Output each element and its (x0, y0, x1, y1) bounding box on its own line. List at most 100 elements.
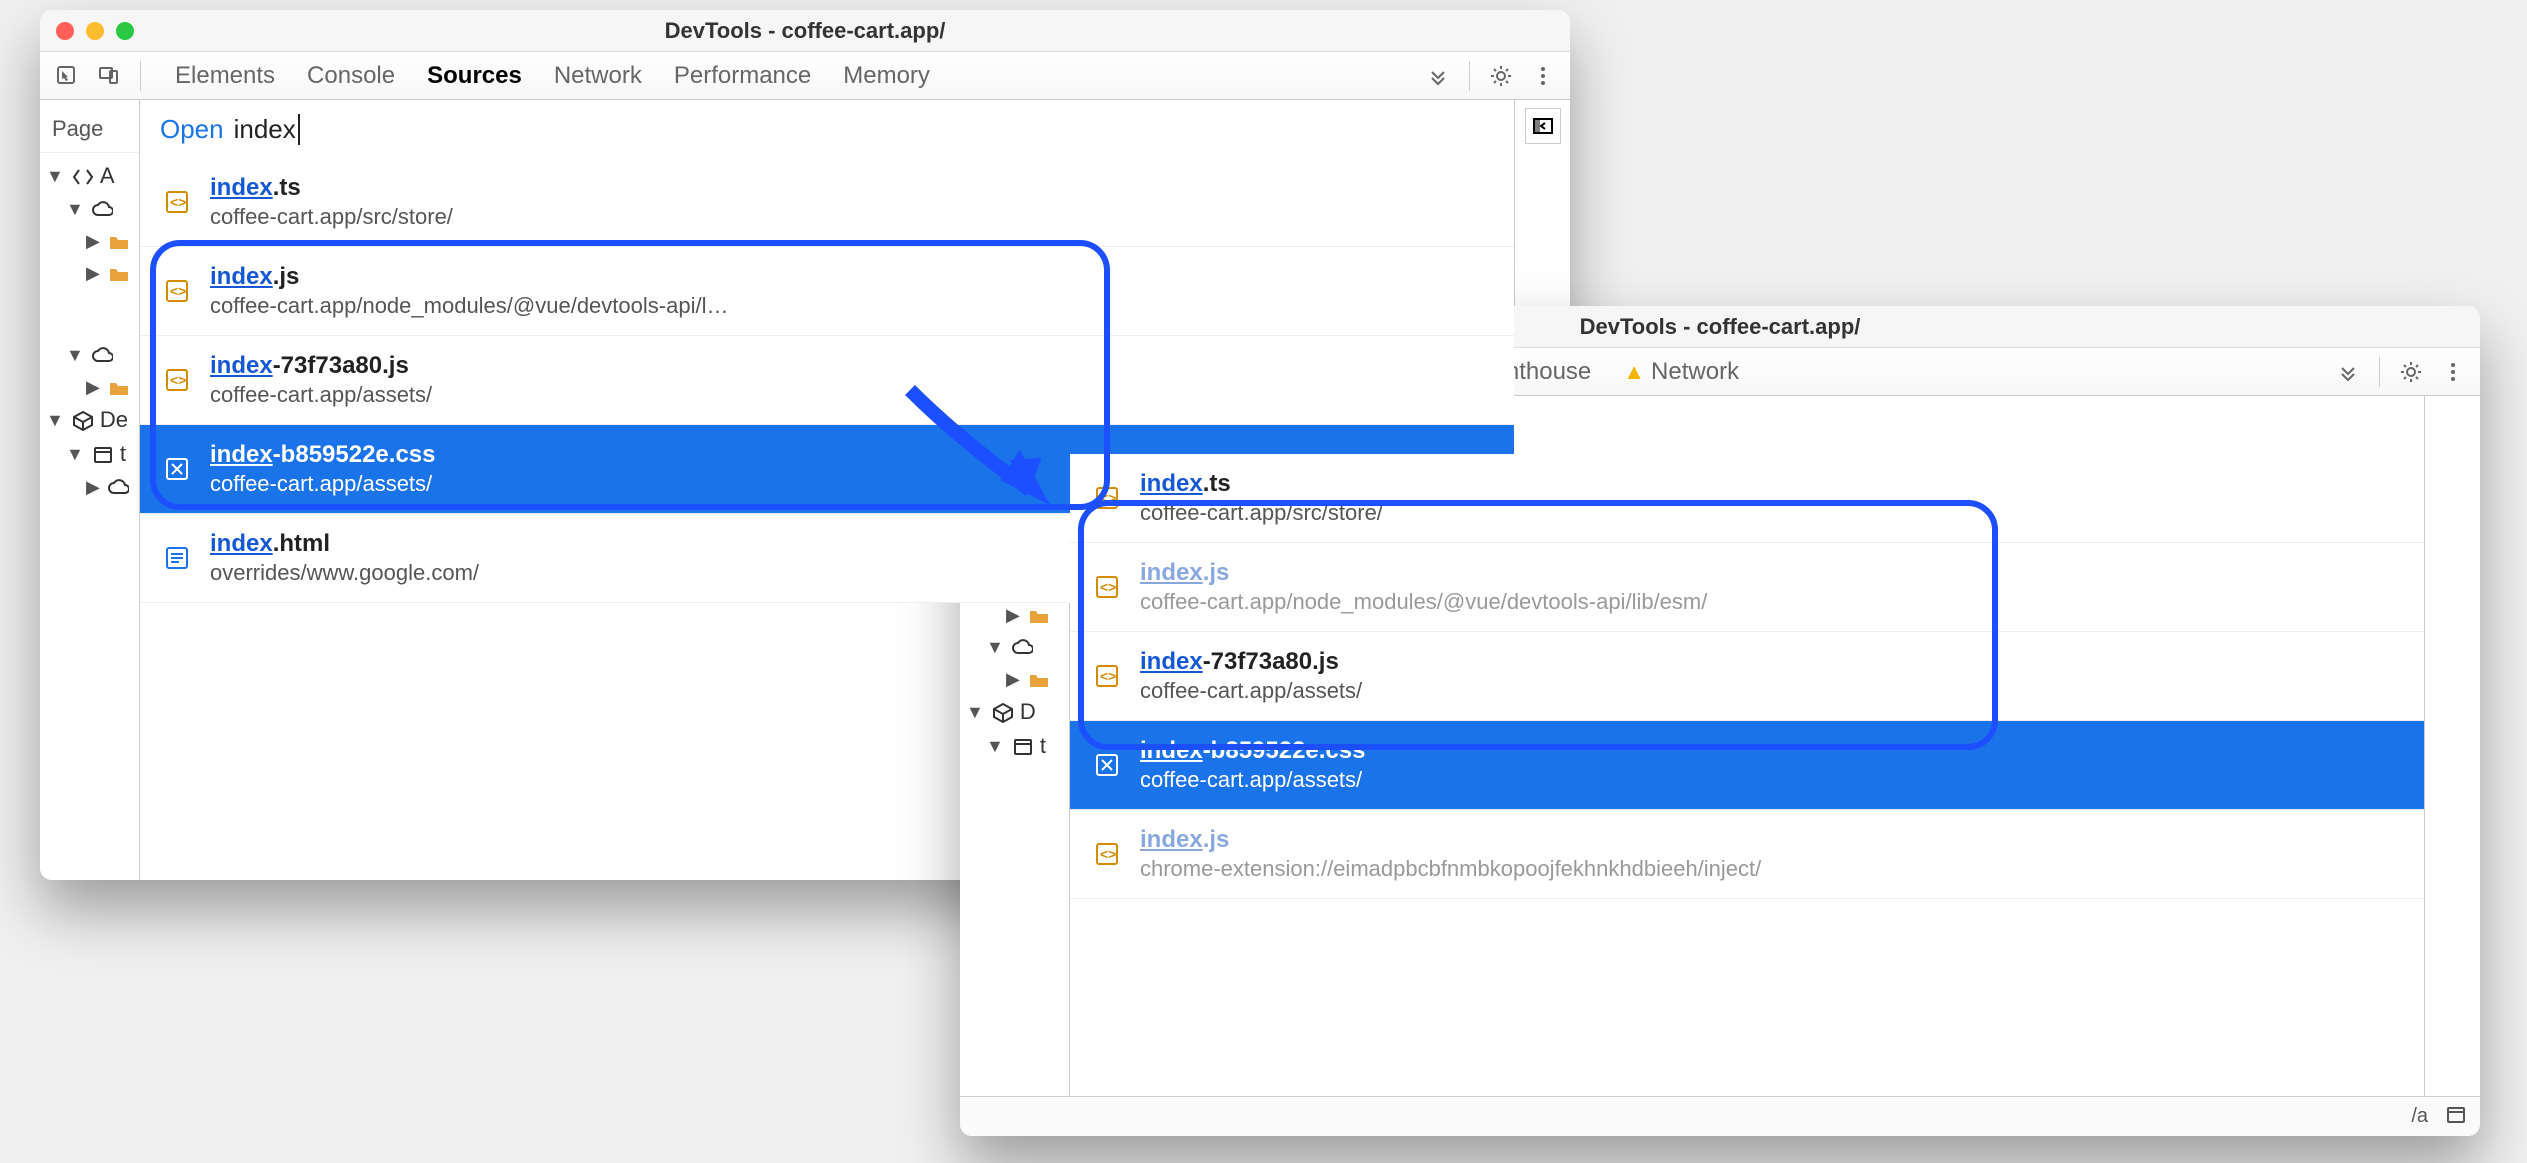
cloud-icon (106, 475, 130, 499)
command-verb: Open (160, 114, 224, 145)
panel-tab-memory[interactable]: Memory (843, 62, 930, 90)
file-name-match: index (1140, 470, 1203, 497)
file-result-row[interactable]: <>index.tscoffee-cart.app/src/store/ (140, 158, 1514, 247)
folder-icon (1026, 603, 1050, 627)
file-name-match: index (210, 263, 273, 290)
file-name-rest: -b859522e.css (273, 441, 436, 468)
folder-icon (106, 261, 130, 285)
tab-label: Network (1651, 358, 1739, 385)
file-path: coffee-cart.app/src/store/ (1140, 500, 1383, 526)
settings-gear-icon[interactable] (2394, 355, 2428, 389)
brackets-icon (70, 164, 94, 188)
command-argument: index (234, 114, 300, 145)
window-maximize-button[interactable] (116, 22, 134, 40)
file-result-row[interactable]: <>index.jscoffee-cart.app/node_modules/@… (1070, 543, 2424, 632)
svg-text:<>: <> (170, 283, 186, 299)
css-file-icon (1092, 750, 1122, 780)
panel-tab-network[interactable]: ▲Network (1623, 358, 1739, 386)
cube-icon (70, 408, 94, 432)
inspect-icon[interactable] (50, 59, 84, 93)
device-toggle-icon[interactable] (92, 59, 126, 93)
cloud-icon (90, 197, 114, 221)
script-file-icon: <> (1092, 661, 1122, 691)
file-name-rest: -b859522e.css (1203, 737, 1366, 764)
cloud-icon (1010, 635, 1034, 659)
svg-text:<>: <> (1100, 668, 1116, 684)
status-text: /a (2411, 1105, 2428, 1128)
tree-label: t (1040, 733, 1046, 759)
file-name-rest: .js (1203, 559, 1230, 586)
command-menu-input[interactable]: Open index (140, 100, 1514, 160)
file-name-rest: .js (273, 263, 300, 290)
tree-label: A (100, 163, 115, 189)
panel-tab-sources[interactable]: Sources (427, 62, 522, 90)
file-path: overrides/www.google.com/ (210, 560, 479, 586)
cloud-icon (90, 343, 114, 367)
tab-label: Network (554, 62, 642, 89)
file-result-row[interactable]: index-b859522e.css coffee-cart.app/assets… (1070, 721, 2424, 810)
folder-icon (106, 229, 130, 253)
tab-label: Memory (843, 62, 930, 89)
file-path: coffee-cart.app/assets/ (1140, 767, 1365, 793)
kebab-menu-icon[interactable] (1526, 59, 1560, 93)
script-file-icon: <> (162, 365, 192, 395)
file-result-row[interactable]: <> index.ts coffee-cart.app/src/store/ (1070, 454, 2424, 543)
svg-text:<>: <> (1100, 579, 1116, 595)
tree-label: t (120, 441, 126, 467)
sidebar-tab-page[interactable]: Page (40, 106, 139, 153)
file-name-match: index (210, 174, 273, 201)
svg-text:<>: <> (1100, 846, 1116, 862)
tab-label: Performance (674, 62, 811, 89)
file-name-match: index (1140, 826, 1203, 853)
more-tabs-chevron-icon[interactable] (2331, 355, 2365, 389)
panel-tab-performance[interactable]: Performance (674, 62, 811, 90)
script-file-icon: <> (1092, 572, 1122, 602)
file-path: coffee-cart.app/node_modules/@vue/devtoo… (1140, 589, 1707, 615)
file-path: coffee-cart.app/node_modules/@vue/devtoo… (210, 293, 728, 319)
script-file-icon: <> (162, 276, 192, 306)
file-name-match: index (210, 441, 273, 468)
kebab-menu-icon[interactable] (2436, 355, 2470, 389)
panel-tab-elements[interactable]: Elements (175, 62, 275, 90)
file-name-match: index (210, 530, 273, 557)
file-name-rest: .ts (1203, 470, 1231, 497)
tree-label: De (100, 407, 128, 433)
window-close-button[interactable] (56, 22, 74, 40)
css-file-icon (162, 454, 192, 484)
tree-label: D (1020, 699, 1036, 725)
svg-text:<>: <> (1100, 490, 1116, 506)
panel-tab-network[interactable]: Network (554, 62, 642, 90)
panel-tab-console[interactable]: Console (307, 62, 395, 90)
window-minimize-button[interactable] (86, 22, 104, 40)
settings-gear-icon[interactable] (1484, 59, 1518, 93)
tab-label: Elements (175, 62, 275, 89)
file-name-match: index (1140, 737, 1203, 764)
file-path: chrome-extension://eimadpbcbfnmbkopoojfe… (1140, 856, 1761, 882)
file-name-match: index (210, 352, 273, 379)
file-result-row[interactable]: <>index-73f73a80.jscoffee-cart.app/asset… (140, 336, 1514, 425)
annotation-arrow-icon (900, 380, 1100, 540)
file-name-rest: .html (273, 530, 330, 557)
file-result-row[interactable]: <>index-73f73a80.jscoffee-cart.app/asset… (1070, 632, 2424, 721)
more-tabs-chevron-icon[interactable] (1421, 59, 1455, 93)
file-result-row[interactable]: <> index.js coffee-cart.app/node_modules/@… (140, 247, 1514, 336)
frame-icon (1010, 734, 1034, 758)
status-panel-icon[interactable] (2444, 1103, 2466, 1131)
file-name-match: index (1140, 648, 1203, 675)
file-path: coffee-cart.app/src/store/ (210, 204, 453, 230)
folder-icon (1026, 667, 1050, 691)
tab-label: Console (307, 62, 395, 89)
file-name-rest: -73f73a80.js (1203, 648, 1339, 675)
html-file-icon (162, 543, 192, 573)
warning-icon: ▲ (1623, 359, 1645, 384)
svg-text:<>: <> (170, 194, 186, 210)
file-name-rest: .js (1203, 826, 1230, 853)
svg-text:<>: <> (170, 372, 186, 388)
file-result-row[interactable]: <> index.js chrome-extension://eimadpbcbfn… (1070, 810, 2424, 899)
tab-label: Sources (427, 62, 522, 89)
cube-icon (990, 700, 1014, 724)
script-file-icon: <> (1092, 839, 1122, 869)
script-file-icon: <> (162, 187, 192, 217)
toggle-drawer-icon[interactable] (1525, 108, 1561, 144)
folder-icon (106, 375, 130, 399)
